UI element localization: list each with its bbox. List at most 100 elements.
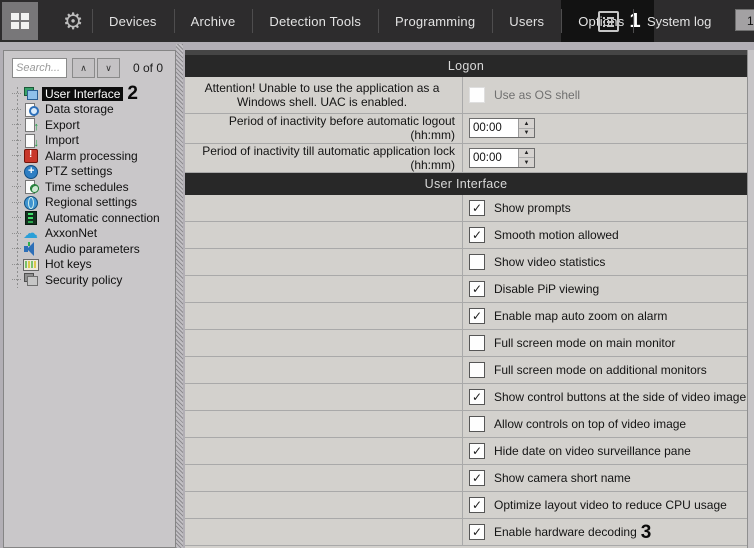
topbar-menu-item[interactable]: Devices	[92, 0, 174, 42]
setting-checkbox-label: Show camera short name	[494, 471, 631, 485]
sidebar-item[interactable]: AxxonNet	[4, 226, 175, 242]
setting-checkbox[interactable]	[469, 308, 485, 324]
system-log-label: System log	[647, 14, 711, 29]
notification-counter[interactable]: 1	[735, 9, 754, 31]
tree-guide-line	[12, 124, 21, 125]
tree-guide-line	[12, 93, 21, 94]
setting-checkbox[interactable]	[469, 362, 485, 378]
sidebar-item[interactable]: PTZ settings	[4, 164, 175, 180]
setting-checkbox[interactable]	[469, 497, 485, 513]
spin-down-icon[interactable]: ▼	[519, 158, 534, 167]
annotation-badge-2: 2	[127, 84, 138, 103]
setting-checkbox-row: Optimize layout video to reduce CPU usag…	[185, 492, 747, 519]
attention-text: Attention! Unable to use the application…	[185, 77, 463, 113]
search-prev-button[interactable]: ∧	[72, 58, 95, 78]
sidebar-item[interactable]: Alarm processing	[4, 148, 175, 164]
setting-checkbox[interactable]	[469, 524, 485, 540]
tree-guide-line	[12, 109, 21, 110]
empty-label-cell	[185, 519, 463, 545]
setting-checkbox-label: Smooth motion allowed	[494, 228, 619, 242]
sidebar-item[interactable]: Hot keys	[4, 257, 175, 273]
os-shell-checkbox[interactable]	[469, 87, 485, 103]
empty-label-cell	[185, 222, 463, 248]
panel-splitter[interactable]	[176, 44, 183, 548]
setting-checkbox-row: Allow controls on top of video image	[185, 411, 747, 438]
sidebar-item-icon	[23, 196, 39, 209]
sidebar-item[interactable]: Export	[4, 117, 175, 133]
setting-checkbox-row: Enable map auto zoom on alarm	[185, 303, 747, 330]
sidebar-item-label: User Interface	[42, 87, 123, 101]
settings-panel: Logon Attention! Unable to use the appli…	[185, 50, 747, 548]
topbar-menu-item-label: Users	[509, 14, 544, 29]
setting-checkbox[interactable]	[469, 443, 485, 459]
tree-guide-line	[12, 217, 21, 218]
tree-guide-line	[12, 140, 21, 141]
time-spinbox[interactable]: 00:00 ▲ ▼	[469, 118, 535, 138]
inactivity-period-row: Period of inactivity till automatic appl…	[185, 144, 747, 174]
spin-down-icon[interactable]: ▼	[519, 129, 534, 138]
setting-checkbox-label: Allow controls on top of video image	[494, 417, 686, 431]
setting-checkbox[interactable]	[469, 470, 485, 486]
topbar-menu-item-label: Detection Tools	[269, 14, 361, 29]
spin-up-icon[interactable]: ▲	[519, 149, 534, 159]
empty-label-cell	[185, 249, 463, 275]
apps-grid-button[interactable]	[2, 2, 38, 40]
topbar-menu-item[interactable]: Detection Tools	[252, 0, 378, 42]
setting-checkbox[interactable]	[469, 389, 485, 405]
setting-checkbox-row: Show video statistics	[185, 249, 747, 276]
sidebar-item[interactable]: Audio parameters	[4, 241, 175, 257]
panel-right-edge	[747, 50, 754, 548]
setting-checkbox-label: Full screen mode on additional monitors	[494, 363, 707, 377]
time-spinbox-value[interactable]: 00:00	[470, 149, 518, 167]
topbar-menu-item-label: Archive	[191, 14, 236, 29]
setting-checkbox[interactable]	[469, 335, 485, 351]
empty-label-cell	[185, 330, 463, 356]
setting-checkbox-label: Show control buttons at the side of vide…	[494, 390, 746, 404]
topbar-menu-item[interactable]: Users	[492, 0, 561, 42]
section-header-user-interface: User Interface	[185, 173, 747, 195]
sidebar-item[interactable]: Import	[4, 133, 175, 149]
setting-checkbox[interactable]	[469, 254, 485, 270]
empty-label-cell	[185, 276, 463, 302]
section-header-user-interface-label: User Interface	[185, 177, 747, 191]
sidebar-item-icon	[23, 118, 39, 131]
annotation-badge-3: 3	[641, 523, 652, 542]
topbar-menu-item-label: Programming	[395, 14, 475, 29]
search-result-counter: 0 of 0	[133, 61, 163, 75]
topbar-menu-item[interactable]: Programming	[378, 0, 492, 42]
setting-checkbox[interactable]	[469, 200, 485, 216]
setting-checkbox-label: Disable PiP viewing	[494, 282, 599, 296]
sidebar-item[interactable]: Regional settings	[4, 195, 175, 211]
time-spinbox[interactable]: 00:00 ▲ ▼	[469, 148, 535, 168]
sidebar-item-label: Automatic connection	[42, 211, 163, 225]
setting-checkbox[interactable]	[469, 227, 485, 243]
setting-checkbox[interactable]	[469, 281, 485, 297]
topbar: ⚙ Devices Archive Detection Tools Progra…	[0, 0, 754, 42]
sidebar-item[interactable]: Time schedules	[4, 179, 175, 195]
empty-label-cell	[185, 438, 463, 464]
system-log-icon[interactable]	[598, 11, 619, 32]
sidebar-item[interactable]: User Interface 2	[4, 86, 175, 102]
setting-checkbox[interactable]	[469, 416, 485, 432]
topbar-system-log[interactable]: System log	[633, 0, 725, 42]
sidebar-item[interactable]: Data storage	[4, 102, 175, 118]
spin-up-icon[interactable]: ▲	[519, 119, 534, 129]
sidebar-item-label: Import	[42, 133, 82, 147]
setting-checkbox-row: Show prompts	[185, 195, 747, 222]
settings-tree: User Interface 2 Data storage Export Im	[4, 86, 175, 288]
section-header-logon: Logon	[185, 55, 747, 77]
topbar-menu-item[interactable]: Archive	[174, 0, 253, 42]
search-input[interactable]	[12, 58, 67, 78]
settings-gear-icon[interactable]: ⚙	[54, 0, 92, 42]
search-next-button[interactable]: ∨	[97, 58, 120, 78]
topbar-menu-item-label: Devices	[109, 14, 157, 29]
sidebar-item[interactable]: Security policy	[4, 272, 175, 288]
sidebar-item-label: Regional settings	[42, 195, 140, 209]
section-header-logon-label: Logon	[185, 59, 747, 73]
sidebar-item-label: Time schedules	[42, 180, 132, 194]
time-spinbox-value[interactable]: 00:00	[470, 119, 518, 137]
empty-label-cell	[185, 492, 463, 518]
sidebar-item-icon	[23, 87, 39, 100]
tree-guide-line	[12, 248, 21, 249]
topbar-menu: Devices Archive Detection Tools Programm…	[92, 0, 654, 42]
